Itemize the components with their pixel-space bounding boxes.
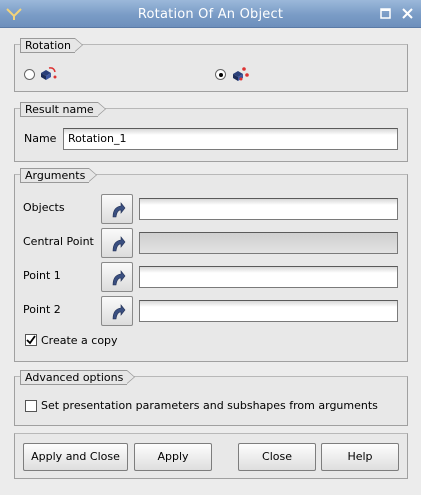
central-point-select-button[interactable] (101, 228, 133, 258)
point2-field[interactable] (139, 300, 398, 322)
select-arrow-icon (112, 304, 126, 320)
result-name-frame-title: Result name (20, 102, 106, 117)
rotation-three-points-icon (233, 67, 249, 81)
apply-button[interactable]: Apply (134, 443, 212, 471)
central-point-label: Central Point (23, 235, 94, 248)
select-arrow-icon (112, 270, 126, 286)
apply-and-close-button[interactable]: Apply and Close (23, 443, 128, 471)
set-presentation-params-checkbox[interactable] (25, 400, 37, 412)
objects-label: Objects (23, 201, 65, 214)
point1-field[interactable] (139, 266, 398, 288)
rotation-axis-angle-icon (41, 67, 57, 80)
select-arrow-icon (112, 236, 126, 252)
help-button[interactable]: Help (321, 443, 399, 471)
point1-label: Point 1 (23, 269, 61, 282)
create-copy-label[interactable]: Create a copy (41, 334, 118, 347)
title-bar[interactable]: Rotation Of An Object (0, 0, 421, 28)
name-field[interactable]: Rotation_1 (63, 128, 398, 150)
name-label: Name (24, 132, 57, 145)
checkmark-icon (26, 335, 36, 345)
point1-select-button[interactable] (101, 262, 133, 292)
rotation-option-axis-radio[interactable] (24, 69, 35, 80)
rotation-option-points-radio[interactable] (215, 69, 226, 80)
advanced-options-frame-title: Advanced options (20, 370, 136, 385)
create-copy-checkbox[interactable] (25, 334, 37, 346)
objects-field[interactable] (139, 198, 398, 220)
central-point-field[interactable] (139, 232, 398, 254)
maximize-icon[interactable] (378, 6, 394, 22)
arguments-frame-title: Arguments (20, 168, 98, 183)
rotation-frame-title: Rotation (20, 38, 84, 53)
point2-select-button[interactable] (101, 296, 133, 326)
window-title: Rotation Of An Object (137, 7, 284, 22)
objects-select-button[interactable] (101, 194, 133, 224)
point2-label: Point 2 (23, 303, 61, 316)
close-button[interactable]: Close (238, 443, 316, 471)
select-arrow-icon (112, 202, 126, 218)
rotation-frame: Rotation (14, 38, 408, 92)
set-presentation-params-label[interactable]: Set presentation parameters and subshape… (41, 399, 378, 412)
close-icon[interactable] (400, 6, 416, 22)
